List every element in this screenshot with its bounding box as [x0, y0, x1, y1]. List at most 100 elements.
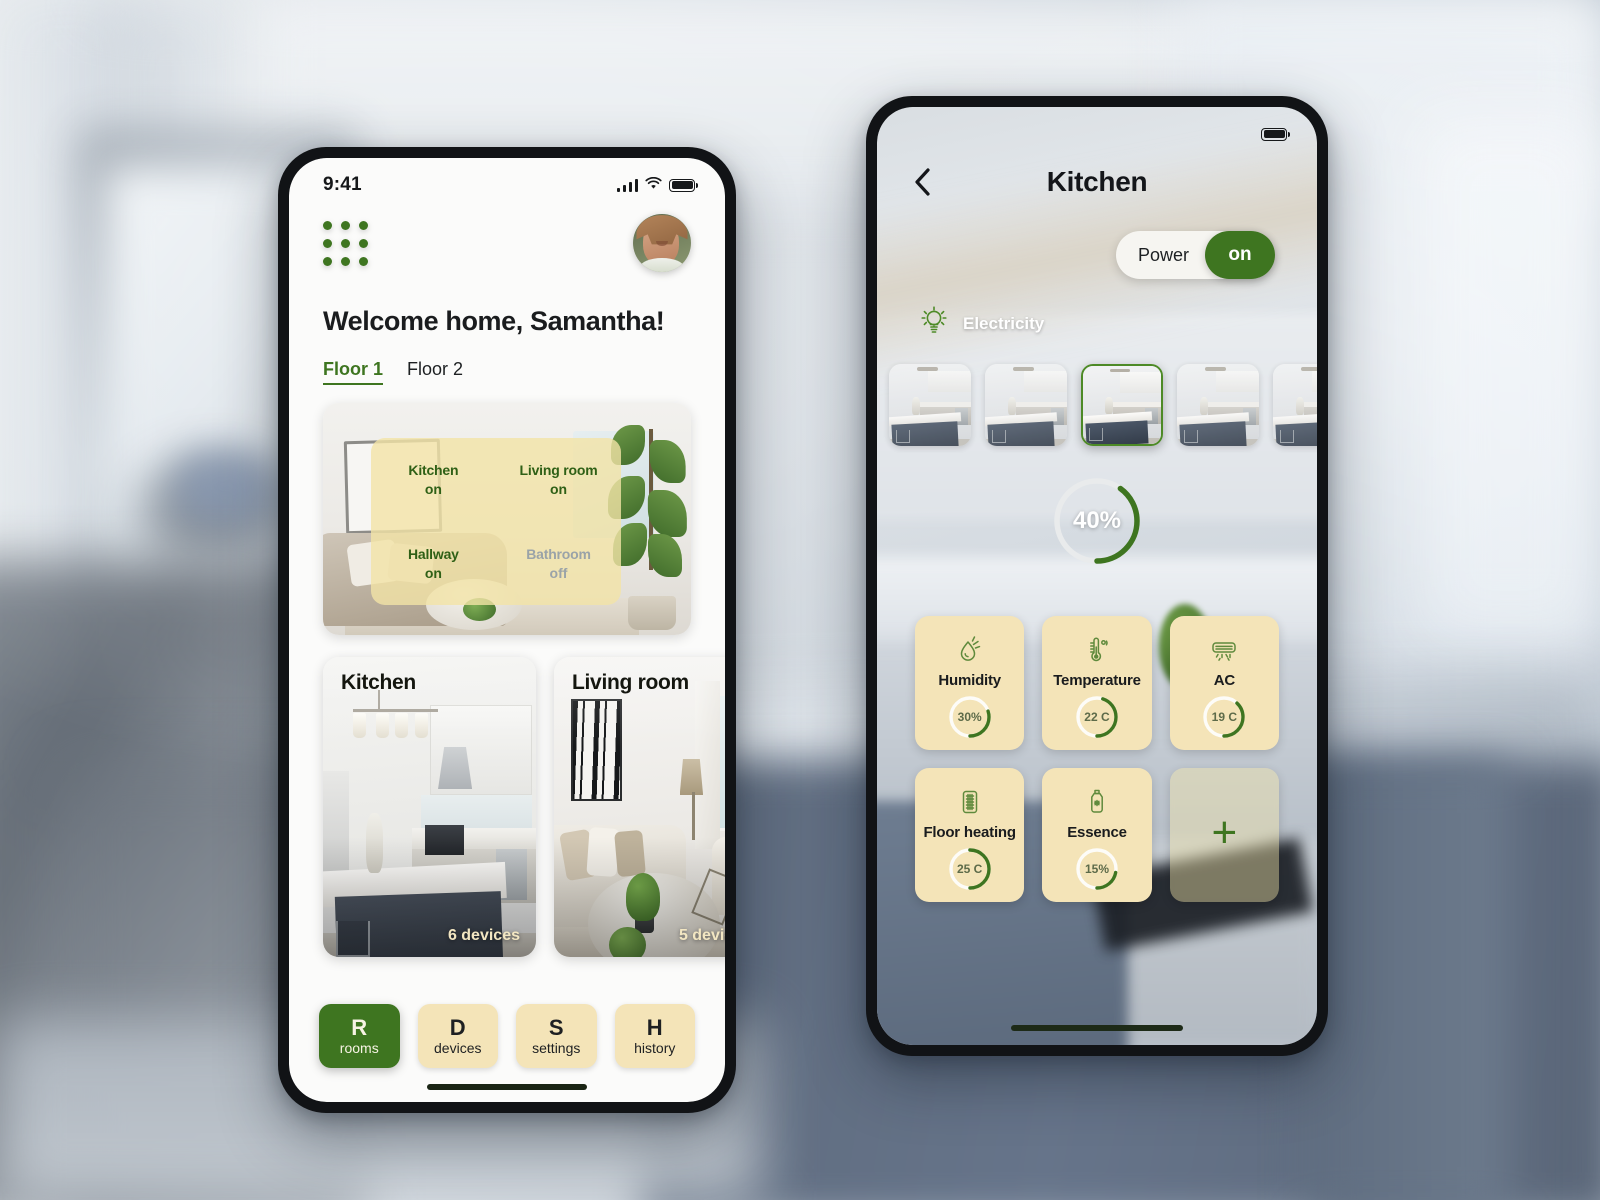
tile-essence[interactable]: Essence 15% [1042, 768, 1152, 902]
room-cell-state: on [424, 564, 442, 581]
tab-floor-1[interactable]: Floor 1 [323, 359, 384, 385]
tile-add-device[interactable]: + [1169, 768, 1279, 902]
tile-gauge: 22 C [1074, 694, 1120, 740]
electricity-label: Electricity [963, 313, 1045, 333]
floor-plan-card[interactable]: Kitchen on Living room on Hallway on Bat… [323, 403, 691, 635]
tab-floor-2[interactable]: Floor 2 [407, 359, 463, 385]
air-conditioner-icon [1208, 632, 1240, 668]
room-card-title: Living room [572, 671, 689, 694]
tile-value: 19 C [1211, 710, 1237, 724]
room-card-title: Kitchen [341, 671, 416, 694]
phone-right: 9:41 Kitchen [866, 96, 1328, 1056]
status-time: 9:41 [323, 174, 362, 195]
tile-gauge: 19 C [1201, 694, 1247, 740]
tile-gauge: 30% [947, 694, 993, 740]
nav-item-devices[interactable]: D devices [417, 1004, 498, 1068]
room-cell-name: Living room [519, 462, 598, 479]
tile-gauge: 15% [1074, 846, 1120, 892]
battery-full-icon [1261, 127, 1290, 141]
room-cell-living-room[interactable]: Living room on [496, 438, 621, 522]
chevron-left-icon[interactable] [905, 165, 939, 199]
kc-shade [323, 657, 536, 957]
user-avatar[interactable] [633, 214, 691, 272]
nav-item-history[interactable]: H history [614, 1004, 695, 1068]
power-label: Power [1137, 244, 1189, 265]
room-card-living-room[interactable]: Living room 5 devices [554, 657, 725, 957]
nav-item-settings[interactable]: S settings [516, 1004, 597, 1068]
tile-humidity[interactable]: Humidity 30% [915, 616, 1025, 750]
wifi-icon [645, 174, 662, 196]
room-state-overlay: Kitchen on Living room on Hallway on Bat… [370, 437, 622, 605]
room-cell-state: on [549, 481, 568, 498]
room-card-device-count: 5 devices [678, 927, 725, 944]
room-card-kitchen[interactable]: Kitchen 6 devices [323, 657, 536, 957]
tile-value: 30% [957, 710, 982, 724]
brightness-gauge-row: 40% [877, 446, 1317, 568]
left-top-bar [289, 204, 725, 272]
home-indicator[interactable] [427, 1084, 587, 1090]
thumbnail-2[interactable] [985, 364, 1067, 446]
brightness-value: 40% [1072, 507, 1122, 534]
fp-leaf [648, 490, 688, 538]
tile-name: Essence [1067, 824, 1127, 841]
essence-bottle-icon [1082, 784, 1112, 820]
thumbnail-3-selected[interactable] [1081, 364, 1163, 446]
thumbnail-4[interactable] [1177, 364, 1259, 446]
bg-haze [0, 0, 1600, 1200]
electricity-section-header: Electricity [877, 279, 1317, 342]
nav-label: devices [434, 1040, 482, 1057]
room-cards: Kitchen 6 devices Living room 5 devi [289, 635, 725, 957]
room-card-device-count: 6 devices [447, 927, 520, 944]
floor-tabs: Floor 1 Floor 2 [289, 337, 725, 385]
tile-name: Floor heating [923, 824, 1016, 841]
nav-glyph: D [449, 1014, 466, 1040]
room-cell-name: Bathroom [526, 545, 591, 562]
tile-name: Temperature [1053, 672, 1141, 689]
nav-glyph: R [351, 1014, 368, 1040]
tile-value: 22 C [1084, 710, 1110, 724]
thumbnail-1[interactable] [889, 364, 971, 446]
device-thumbnail-carousel[interactable] [883, 342, 1317, 446]
room-cell-bathroom[interactable]: Bathroom off [496, 521, 621, 605]
plus-icon: + [1211, 808, 1238, 857]
room-cell-name: Hallway [408, 545, 459, 562]
room-cell-hallway[interactable]: Hallway on [371, 521, 496, 605]
phone-left: 9:41 Welcome home, Samantha! Floor 1 Flo… [278, 147, 736, 1113]
status-indicators [616, 174, 698, 196]
humidity-drop-icon [955, 632, 985, 668]
bottom-nav: R rooms D devices S settings H history [289, 1004, 725, 1068]
avatar-body [639, 258, 685, 272]
room-cell-state: on [424, 481, 442, 498]
tile-gauge: 25 C [947, 846, 993, 892]
nav-item-rooms[interactable]: R rooms [319, 1004, 400, 1068]
thermometer-icon [1082, 632, 1112, 668]
thumbnail-5[interactable] [1273, 364, 1317, 446]
device-tile-grid: Humidity 30% Temperature 22 C AC 19 C Fl… [877, 568, 1317, 902]
fp-plant-pot [628, 595, 677, 631]
right-header: Kitchen [877, 153, 1317, 199]
fp-leaf [648, 533, 683, 578]
tile-value: 25 C [956, 862, 983, 876]
tile-value: 15% [1084, 862, 1109, 876]
brightness-gauge[interactable]: 40% [1050, 474, 1144, 568]
nav-glyph: H [646, 1014, 663, 1040]
tile-ac[interactable]: AC 19 C [1169, 616, 1279, 750]
tile-floor-heating[interactable]: Floor heating 25 C [915, 768, 1025, 902]
nav-label: rooms [339, 1040, 379, 1057]
grid-dots-menu-icon[interactable] [323, 220, 368, 266]
cellular-bars-icon [616, 178, 638, 192]
battery-full-icon [669, 178, 698, 192]
power-toggle[interactable]: Power on [1115, 231, 1275, 279]
power-toggle-row: Power on [877, 199, 1317, 279]
home-indicator[interactable] [1011, 1025, 1183, 1031]
nav-glyph: S [548, 1014, 564, 1040]
left-screen: 9:41 Welcome home, Samantha! Floor 1 Flo… [289, 158, 725, 1102]
room-cell-kitchen[interactable]: Kitchen on [371, 438, 496, 522]
tile-temperature[interactable]: Temperature 22 C [1042, 616, 1152, 750]
light-bulb-icon [919, 305, 949, 342]
page-title: Welcome home, Samantha! [323, 306, 665, 336]
background-photo [0, 0, 1600, 1200]
nav-label: history [634, 1040, 676, 1057]
power-state-knob[interactable]: on [1205, 231, 1275, 279]
page-title: Kitchen [1046, 166, 1148, 197]
